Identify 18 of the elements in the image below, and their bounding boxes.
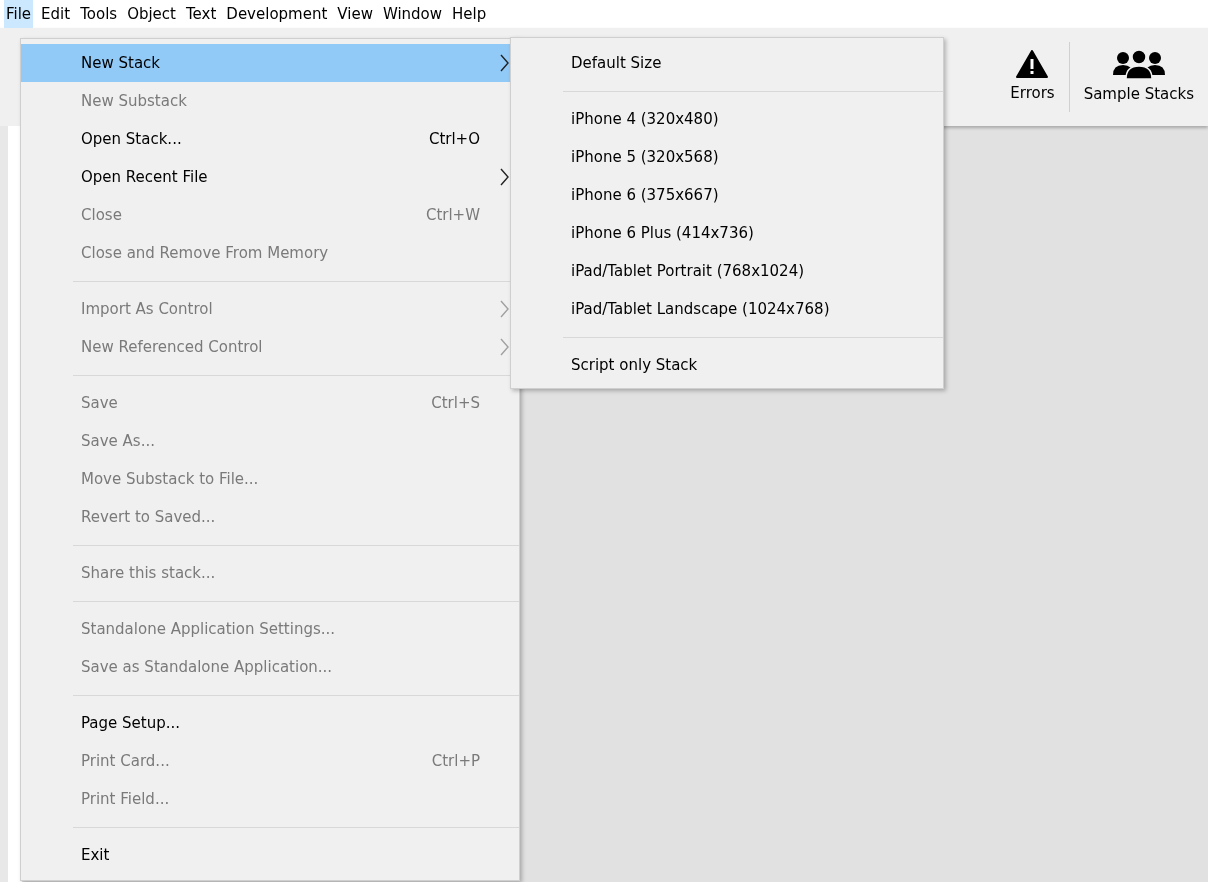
menu-item[interactable]: Page Setup... [21,704,519,742]
menu-bar-item[interactable]: Edit [39,0,73,28]
warning-icon [1016,49,1049,78]
menu-bar-item[interactable]: Object [125,0,178,28]
menu-bar-item[interactable]: Window [380,0,445,28]
menu-item[interactable]: iPad/Tablet Portrait (768x1024) [511,252,943,290]
menu-item[interactable]: Exit [21,836,519,874]
menu-item[interactable]: iPhone 6 Plus (414x736) [511,214,943,252]
menu-bar-item[interactable]: Text [184,0,219,28]
menu-item[interactable]: iPhone 4 (320x480) [511,100,943,138]
people-icon [1111,48,1166,79]
menu-bar-item[interactable]: File [4,0,34,28]
menu-bar-item[interactable]: View [335,0,375,28]
menu-bar-item[interactable]: Tools [78,0,120,28]
menu-bar-item[interactable]: Development [224,0,330,28]
menu-bar-item[interactable]: Help [450,0,489,28]
toolbar-button[interactable]: Errors [996,38,1069,116]
toolbar-button[interactable]: Sample Stacks [1069,38,1208,116]
